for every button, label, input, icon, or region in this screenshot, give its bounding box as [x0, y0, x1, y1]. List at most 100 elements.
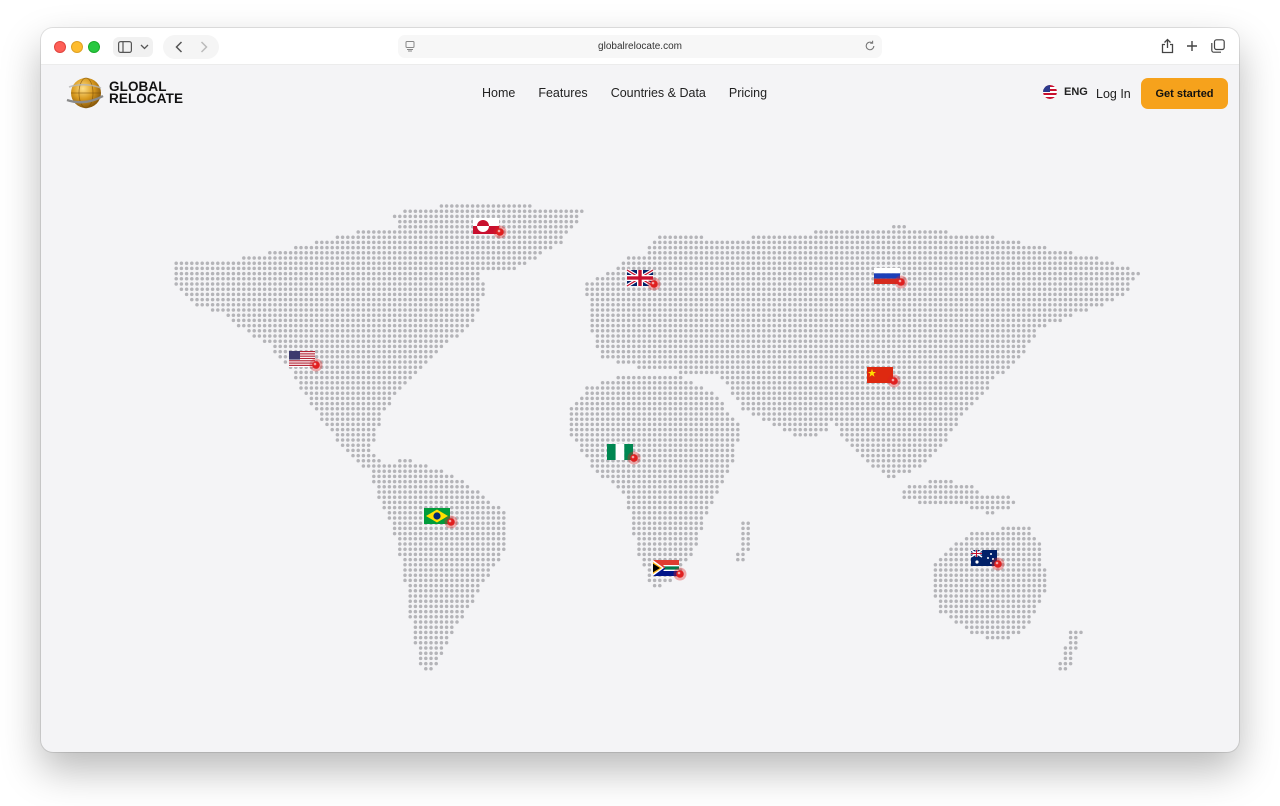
map-dot — [798, 256, 802, 260]
map-dot — [356, 235, 360, 239]
map-dot — [288, 344, 293, 349]
map-dot — [668, 407, 672, 411]
map-dot — [283, 344, 288, 349]
map-dot — [652, 443, 657, 447]
map-dot — [772, 355, 776, 359]
map-dot — [762, 339, 766, 343]
map-dot — [377, 412, 381, 416]
map-dot — [590, 318, 594, 323]
map-dot — [372, 292, 376, 297]
map-dot — [330, 329, 334, 333]
map-dot — [928, 360, 932, 364]
map-dot — [850, 271, 854, 276]
map-dot — [205, 287, 210, 291]
map-dot — [304, 297, 308, 302]
map-dot — [751, 344, 756, 349]
map-dot — [304, 381, 308, 385]
map-dot — [699, 422, 704, 427]
map-dot — [1053, 303, 1057, 307]
map-dot — [871, 245, 875, 250]
map-dot — [964, 303, 969, 307]
map-dot — [460, 323, 464, 328]
map-dot — [730, 282, 735, 286]
map-dot — [221, 282, 225, 286]
map-dot — [647, 303, 652, 307]
map-dot — [351, 271, 355, 276]
map-dot — [346, 277, 350, 281]
map-dot — [413, 313, 418, 317]
map-dot — [938, 344, 943, 349]
map-dot — [325, 417, 329, 421]
map-dot — [1079, 308, 1083, 312]
map-dot — [574, 412, 579, 416]
map-dot — [569, 225, 574, 229]
map-dot — [782, 318, 787, 323]
map-dot — [970, 235, 974, 239]
map-dot — [975, 360, 979, 364]
map-dot — [455, 204, 459, 208]
map-dot — [850, 375, 854, 380]
map-dot — [756, 329, 761, 333]
map-dot — [455, 240, 459, 245]
map-dot — [325, 422, 329, 427]
map-dot — [1022, 245, 1026, 250]
map-dot — [1110, 266, 1114, 271]
map-dot — [975, 245, 979, 250]
map-dot — [418, 271, 423, 276]
map-dot — [673, 339, 678, 343]
map-dot — [918, 230, 922, 234]
map-dot — [850, 422, 854, 427]
map-dot — [814, 407, 818, 411]
map-dot — [834, 401, 839, 406]
map-dot — [522, 261, 527, 265]
map-dot — [845, 427, 849, 432]
map-dot — [866, 230, 870, 234]
map-dot — [944, 245, 948, 250]
map-dot — [247, 303, 251, 307]
map-dot — [964, 240, 969, 245]
map-dot — [996, 251, 1000, 255]
map-dot — [881, 349, 886, 354]
map-dot — [959, 266, 964, 271]
map-dot — [808, 401, 813, 406]
map-dot — [658, 417, 662, 421]
map-dot — [678, 355, 683, 359]
map-dot — [897, 344, 901, 349]
map-dot — [429, 287, 433, 291]
map-dot — [819, 334, 823, 338]
map-dot — [647, 396, 652, 401]
map-dot — [762, 412, 766, 416]
map-dot — [689, 261, 693, 265]
map-dot — [403, 292, 407, 297]
map-dot — [585, 443, 589, 447]
map-dot — [824, 391, 828, 395]
map-dot — [382, 329, 386, 333]
map-dot — [652, 401, 657, 406]
map-dot — [741, 266, 745, 271]
map-dot — [860, 235, 865, 239]
map-dot — [772, 381, 776, 385]
map-dot — [470, 318, 475, 323]
map-dot — [918, 292, 922, 297]
map-dot — [585, 412, 589, 416]
map-dot — [876, 391, 880, 395]
map-dot — [881, 303, 886, 307]
map-dot — [361, 266, 366, 271]
map-dot — [715, 308, 719, 312]
map-dot — [590, 391, 594, 395]
map-dot — [600, 344, 605, 349]
map-dot — [377, 230, 381, 234]
map-dot — [819, 245, 823, 250]
map-dot — [996, 323, 1000, 328]
map-dot — [798, 266, 802, 271]
map-dot — [590, 443, 594, 447]
map-dot — [1120, 292, 1125, 297]
map-dot — [970, 396, 974, 401]
map-dot — [756, 251, 761, 255]
map-dot — [278, 266, 282, 271]
map-dot — [814, 381, 818, 385]
map-dot — [361, 256, 366, 260]
map-dot — [746, 381, 750, 385]
map-dot — [990, 355, 995, 359]
map-dot — [751, 297, 756, 302]
